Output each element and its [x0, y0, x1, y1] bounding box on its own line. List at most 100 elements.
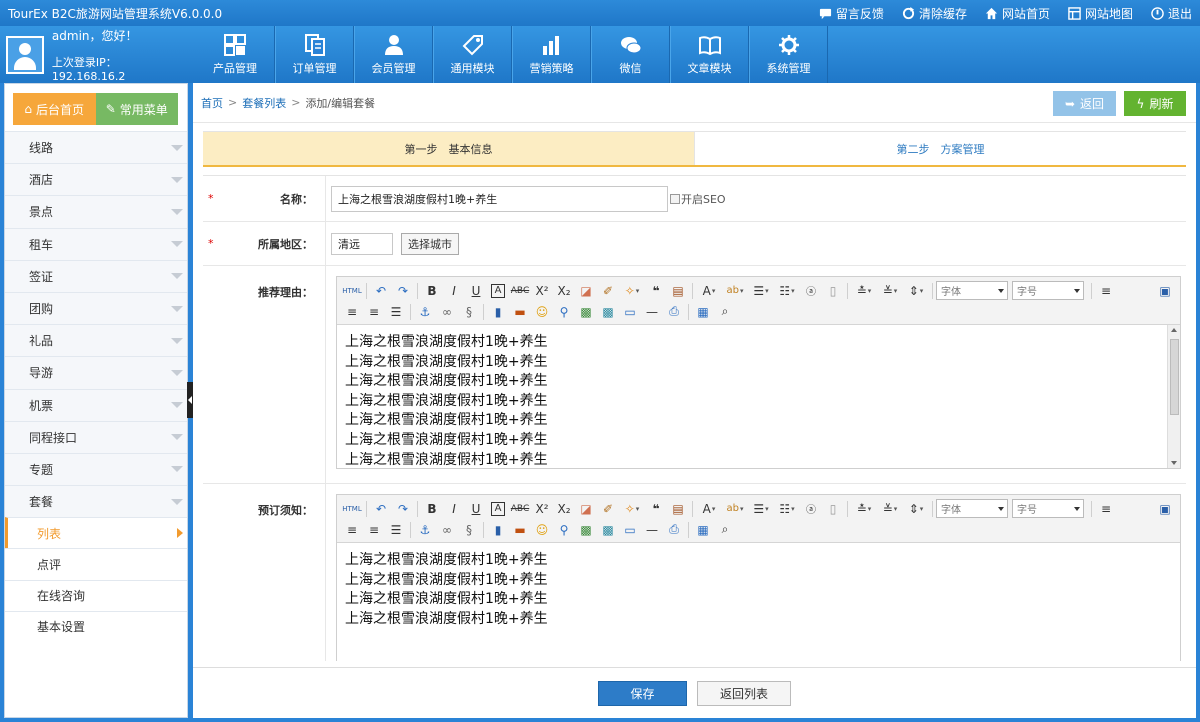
horizontal-rule-icon[interactable]: —	[641, 520, 663, 540]
html-source-icon[interactable]: HTML	[341, 499, 363, 519]
gmap-icon[interactable]: ▩	[597, 520, 619, 540]
clear-cache-link[interactable]: 清除缓存	[902, 5, 967, 22]
row-spacing-bottom-icon[interactable]: ≚ ▾	[877, 499, 903, 519]
attachment-icon[interactable]: ⚲	[553, 302, 575, 322]
logout-link[interactable]: 退出	[1151, 5, 1192, 22]
anchor-icon[interactable]: ⚓	[414, 520, 436, 540]
ordered-list-icon[interactable]: ☰ ▾	[748, 499, 774, 519]
editor-scrollbar[interactable]	[1167, 325, 1180, 468]
paragraph-icon[interactable]: ≡	[1095, 499, 1117, 519]
select-all-icon[interactable]: ⓐ	[800, 499, 822, 519]
name-input[interactable]: 上海之根雪浪湖度假村1晚+养生	[331, 185, 668, 212]
paste-text-icon[interactable]: ▤	[667, 499, 689, 519]
breadcrumb-home[interactable]: 首页	[201, 95, 223, 111]
justify-full-icon[interactable]: ☰	[385, 302, 407, 322]
fullscreen-icon[interactable]: ▣	[1154, 281, 1176, 301]
emotion-icon[interactable]: ☺	[531, 520, 553, 540]
back-button[interactable]: ➥ 返回	[1053, 91, 1116, 116]
media-icon[interactable]: ▬	[509, 520, 531, 540]
unordered-list-icon[interactable]: ☷ ▾	[774, 281, 800, 301]
strikethrough-icon[interactable]: ABC	[509, 499, 531, 519]
scroll-thumb[interactable]	[1170, 339, 1179, 415]
emotion-icon[interactable]: ☺	[531, 302, 553, 322]
superscript-icon[interactable]: X²	[531, 499, 553, 519]
sidebar-item-tongcheng[interactable]: 同程接口	[5, 420, 187, 453]
quote-icon[interactable]: ❝	[645, 281, 667, 301]
italic-icon[interactable]: I	[443, 281, 465, 301]
justify-right-icon[interactable]: ≡	[363, 302, 385, 322]
save-button[interactable]: 保存	[598, 680, 687, 706]
region-input[interactable]: 清远	[331, 232, 393, 255]
paragraph-icon[interactable]: ≡	[1095, 281, 1117, 301]
insert-frame-icon[interactable]: ▭	[619, 520, 641, 540]
choose-city-button[interactable]: 选择城市	[401, 232, 459, 255]
sidebar-subitem-review[interactable]: 点评	[5, 548, 187, 580]
menu-product[interactable]: 产品管理	[196, 26, 275, 83]
search-replace-icon[interactable]: ⌕	[714, 520, 736, 540]
sidebar-item-car[interactable]: 租车	[5, 227, 187, 260]
notice-content[interactable]: 上海之根雪浪湖度假村1晚+养生 上海之根雪浪湖度假村1晚+养生 上海之根雪浪湖度…	[337, 543, 1180, 661]
menu-marketing[interactable]: 营销策略	[512, 26, 591, 83]
search-replace-icon[interactable]: ⌕	[714, 302, 736, 322]
gmap-icon[interactable]: ▩	[597, 302, 619, 322]
select-all-icon[interactable]: ⓐ	[800, 281, 822, 301]
common-menu-button[interactable]: ✎ 常用菜单	[95, 93, 178, 125]
tab-plan-management[interactable]: 第二步 方案管理	[695, 132, 1186, 165]
border-icon[interactable]: A	[491, 283, 505, 298]
eraser-icon[interactable]: ◪	[575, 499, 597, 519]
map-icon[interactable]: ▩	[575, 520, 597, 540]
redo-icon[interactable]: ↷	[392, 281, 414, 301]
bold-icon[interactable]: B	[421, 281, 443, 301]
font-color-icon[interactable]: A ▾	[696, 281, 722, 301]
admin-home-button[interactable]: ⌂ 后台首页	[13, 93, 96, 125]
breadcrumb-list[interactable]: 套餐列表	[242, 95, 286, 111]
snapscreen-icon[interactable]: ⎙	[663, 520, 685, 540]
link-icon[interactable]: ∞	[436, 302, 458, 322]
quote-icon[interactable]: ❝	[645, 499, 667, 519]
snapscreen-icon[interactable]: ⎙	[663, 302, 685, 322]
image-icon[interactable]: ▮	[487, 520, 509, 540]
tab-basic-info[interactable]: 第一步 基本信息	[203, 132, 695, 165]
reason-content[interactable]: 上海之根雪浪湖度假村1晚+养生 上海之根雪浪湖度假村1晚+养生 上海之根雪浪湖度…	[337, 325, 1180, 468]
seo-checkbox[interactable]: 开启SEO	[670, 191, 726, 207]
sidebar-item-package[interactable]: 套餐	[5, 485, 187, 518]
unordered-list-icon[interactable]: ☷ ▾	[774, 499, 800, 519]
sidebar-item-gift[interactable]: 礼品	[5, 324, 187, 357]
sidebar-subitem-consult[interactable]: 在线咨询	[5, 579, 187, 611]
sidebar-item-scenic[interactable]: 景点	[5, 195, 187, 228]
background-color-icon[interactable]: ab ▾	[722, 499, 748, 519]
format-brush-icon[interactable]: ✐	[597, 499, 619, 519]
underline-icon[interactable]: U	[465, 499, 487, 519]
row-spacing-top-icon[interactable]: ≛ ▾	[851, 499, 877, 519]
justify-left-icon[interactable]: ≡	[341, 520, 363, 540]
sidebar-subitem-settings[interactable]: 基本设置	[5, 610, 187, 642]
superscript-icon[interactable]: X²	[531, 281, 553, 301]
clear-doc-icon[interactable]: ▯	[822, 499, 844, 519]
font-size-select[interactable]: 字号	[1012, 499, 1084, 518]
menu-member[interactable]: 会员管理	[354, 26, 433, 83]
row-spacing-bottom-icon[interactable]: ≚ ▾	[877, 281, 903, 301]
map-icon[interactable]: ▩	[575, 302, 597, 322]
attachment-icon[interactable]: ⚲	[553, 520, 575, 540]
clear-doc-icon[interactable]: ▯	[822, 281, 844, 301]
format-brush-icon[interactable]: ✐	[597, 281, 619, 301]
back-to-list-button[interactable]: 返回列表	[697, 680, 791, 706]
horizontal-rule-icon[interactable]: —	[641, 302, 663, 322]
site-home-link[interactable]: 网站首页	[985, 5, 1050, 22]
table-icon[interactable]: ▦	[692, 302, 714, 322]
line-height-icon[interactable]: ⇕ ▾	[903, 281, 929, 301]
sidebar-item-visa[interactable]: 签证	[5, 259, 187, 292]
ordered-list-icon[interactable]: ☰ ▾	[748, 281, 774, 301]
italic-icon[interactable]: I	[443, 499, 465, 519]
underline-icon[interactable]: U	[465, 281, 487, 301]
menu-common[interactable]: 通用模块	[433, 26, 512, 83]
font-family-select[interactable]: 字体	[936, 281, 1008, 300]
justify-left-icon[interactable]: ≡	[341, 302, 363, 322]
font-family-select[interactable]: 字体	[936, 499, 1008, 518]
sidebar-subitem-list[interactable]: 列表	[5, 517, 187, 549]
strikethrough-icon[interactable]: ABC	[509, 281, 531, 301]
auto-format-icon[interactable]: ✧ ▾	[619, 281, 645, 301]
sidebar-item-groupbuy[interactable]: 团购	[5, 291, 187, 325]
menu-wechat[interactable]: 微信	[591, 26, 670, 83]
undo-icon[interactable]: ↶	[370, 499, 392, 519]
